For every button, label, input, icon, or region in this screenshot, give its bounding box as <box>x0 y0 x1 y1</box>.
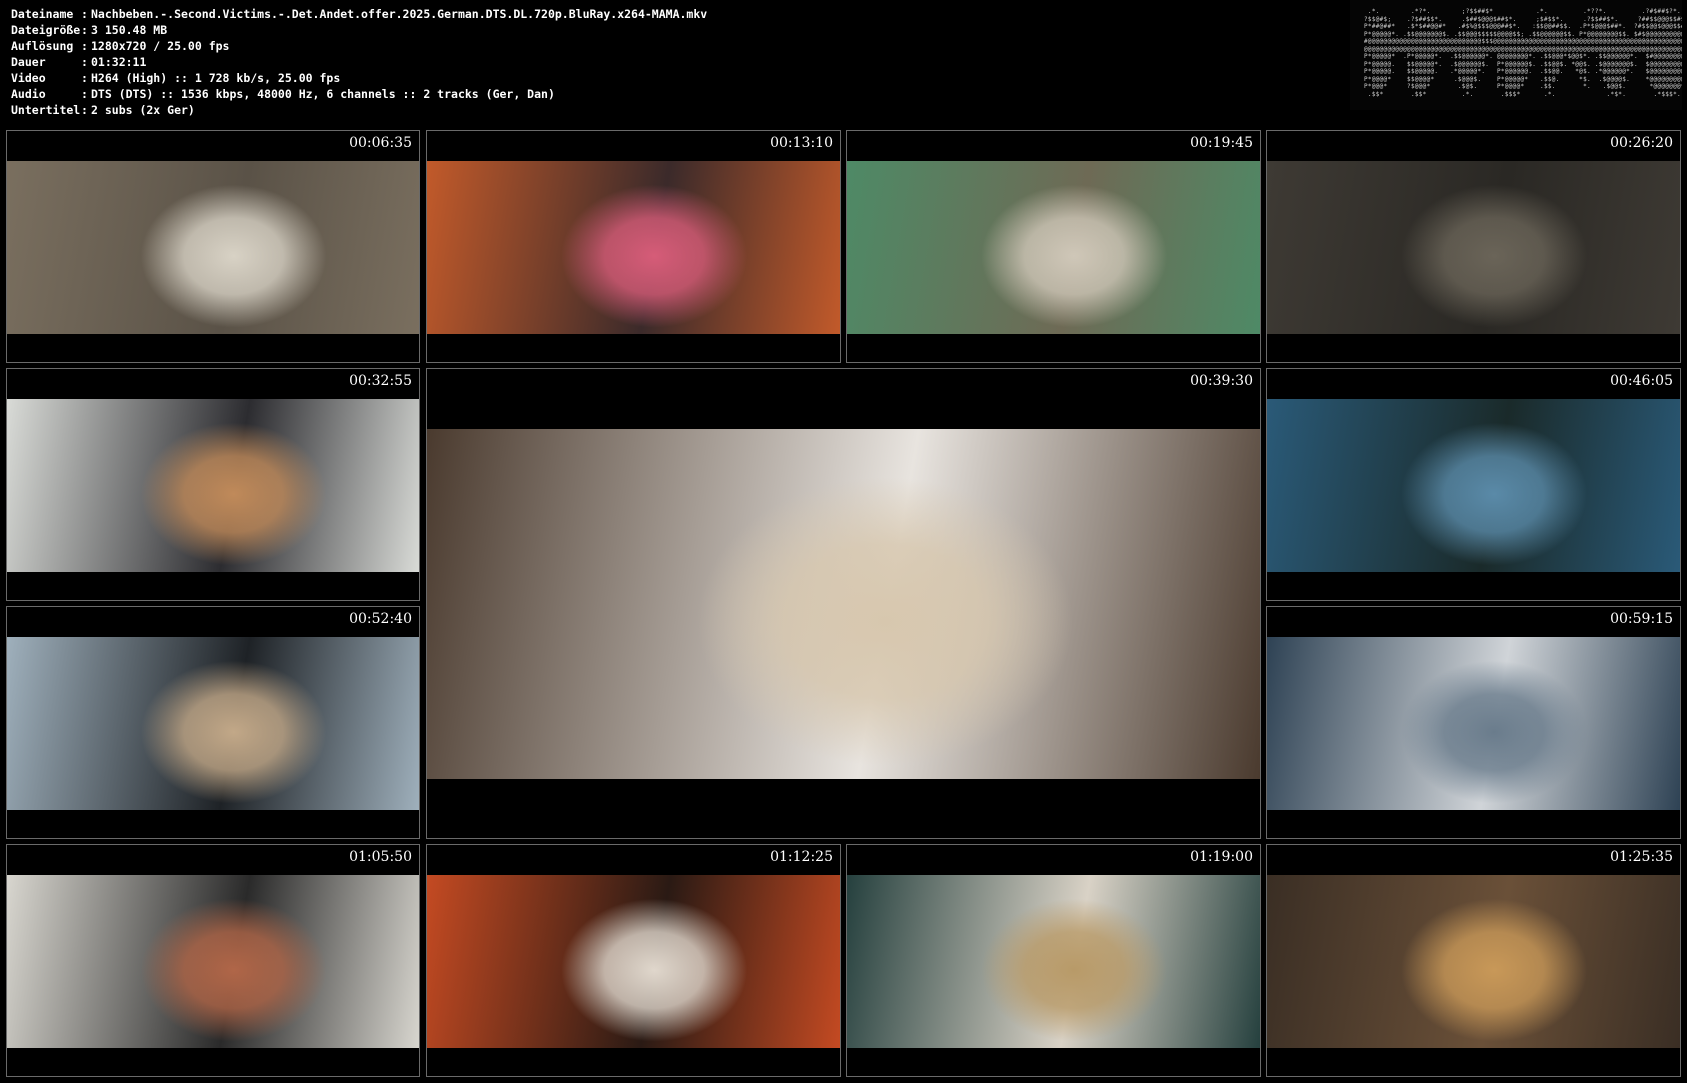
info-row-video: Video: H264 (High) :: 1 728 kb/s, 25.00 f… <box>11 71 341 85</box>
thumbnail[interactable]: 00:52:40 <box>6 606 420 839</box>
timestamp: 00:46:05 <box>1610 373 1673 389</box>
info-value: 1280x720 / 25.00 fps <box>91 39 230 53</box>
info-value: H264 (High) :: 1 728 kb/s, 25.00 fps <box>91 71 341 85</box>
video-frame <box>7 875 419 1048</box>
video-frame <box>1267 637 1680 810</box>
timestamp: 00:13:10 <box>770 135 833 151</box>
ascii-art-logo: .*. .*?*. ;?$$##$* .*. .*??*. .?#$##$?*.… <box>1350 0 1682 110</box>
media-info-panel: Dateiname: Nachbeben.-.Second.Victims.-.D… <box>11 6 707 118</box>
info-label: Dauer <box>11 55 46 69</box>
info-row-filesize: Dateigröße:3 150.48 MB <box>11 23 168 37</box>
timestamp: 01:05:50 <box>349 849 412 865</box>
info-value: 3 150.48 MB <box>91 23 168 37</box>
info-label: Auflösung <box>11 39 74 53</box>
video-frame <box>1267 161 1680 334</box>
info-value: 2 subs (2x Ger) <box>91 103 195 117</box>
timestamp: 00:52:40 <box>349 611 412 627</box>
video-frame <box>427 429 1260 779</box>
video-frame <box>7 399 419 572</box>
thumbnail[interactable]: 01:19:00 <box>846 844 1261 1077</box>
info-label: Untertitel <box>11 103 81 117</box>
timestamp: 00:26:20 <box>1610 135 1673 151</box>
timestamp: 01:19:00 <box>1190 849 1253 865</box>
thumbnail[interactable]: 00:26:20 <box>1266 130 1681 363</box>
video-frame <box>7 161 419 334</box>
info-value: DTS (DTS) :: 1536 kbps, 48000 Hz, 6 chan… <box>91 87 555 101</box>
timestamp: 00:06:35 <box>349 135 412 151</box>
timestamp: 01:25:35 <box>1610 849 1673 865</box>
info-label: Dateiname <box>11 7 74 21</box>
thumbnail[interactable]: 01:12:25 <box>426 844 841 1077</box>
info-label: Video <box>11 71 46 85</box>
info-value: 01:32:11 <box>91 55 147 69</box>
video-frame <box>7 637 419 810</box>
info-row-resolution: Auflösung:1280x720 / 25.00 fps <box>11 39 230 53</box>
thumbnail[interactable]: 00:32:55 <box>6 368 420 601</box>
timestamp: 00:59:15 <box>1610 611 1673 627</box>
timestamp: 00:32:55 <box>349 373 412 389</box>
thumbnail[interactable]: 00:13:10 <box>426 130 841 363</box>
video-frame <box>847 161 1260 334</box>
thumbnail[interactable]: 00:19:45 <box>846 130 1261 363</box>
timestamp: 00:39:30 <box>1190 373 1253 389</box>
info-value: Nachbeben.-.Second.Victims.-.Det.Andet.o… <box>91 7 708 21</box>
video-frame <box>847 875 1260 1048</box>
video-frame <box>427 161 840 334</box>
info-label: Dateigröße <box>11 23 81 37</box>
thumbnail[interactable]: 00:59:15 <box>1266 606 1681 839</box>
info-label: Audio <box>11 87 46 101</box>
thumbnail[interactable]: 00:46:05 <box>1266 368 1681 601</box>
video-frame <box>1267 399 1680 572</box>
thumbnail[interactable]: 00:06:35 <box>6 130 420 363</box>
thumbnail[interactable]: 01:05:50 <box>6 844 420 1077</box>
thumbnail[interactable]: 01:25:35 <box>1266 844 1681 1077</box>
info-row-duration: Dauer:01:32:11 <box>11 55 147 69</box>
timestamp: 01:12:25 <box>770 849 833 865</box>
thumbnail-large[interactable]: 00:39:30 <box>426 368 1261 839</box>
info-row-audio: Audio: DTS (DTS) :: 1536 kbps, 48000 Hz, … <box>11 87 555 101</box>
video-frame <box>1267 875 1680 1048</box>
info-row-subtitles: Untertitel:2 subs (2x Ger) <box>11 103 195 117</box>
info-row-filename: Dateiname: Nachbeben.-.Second.Victims.-.D… <box>11 7 708 21</box>
video-frame <box>427 875 840 1048</box>
timestamp: 00:19:45 <box>1190 135 1253 151</box>
